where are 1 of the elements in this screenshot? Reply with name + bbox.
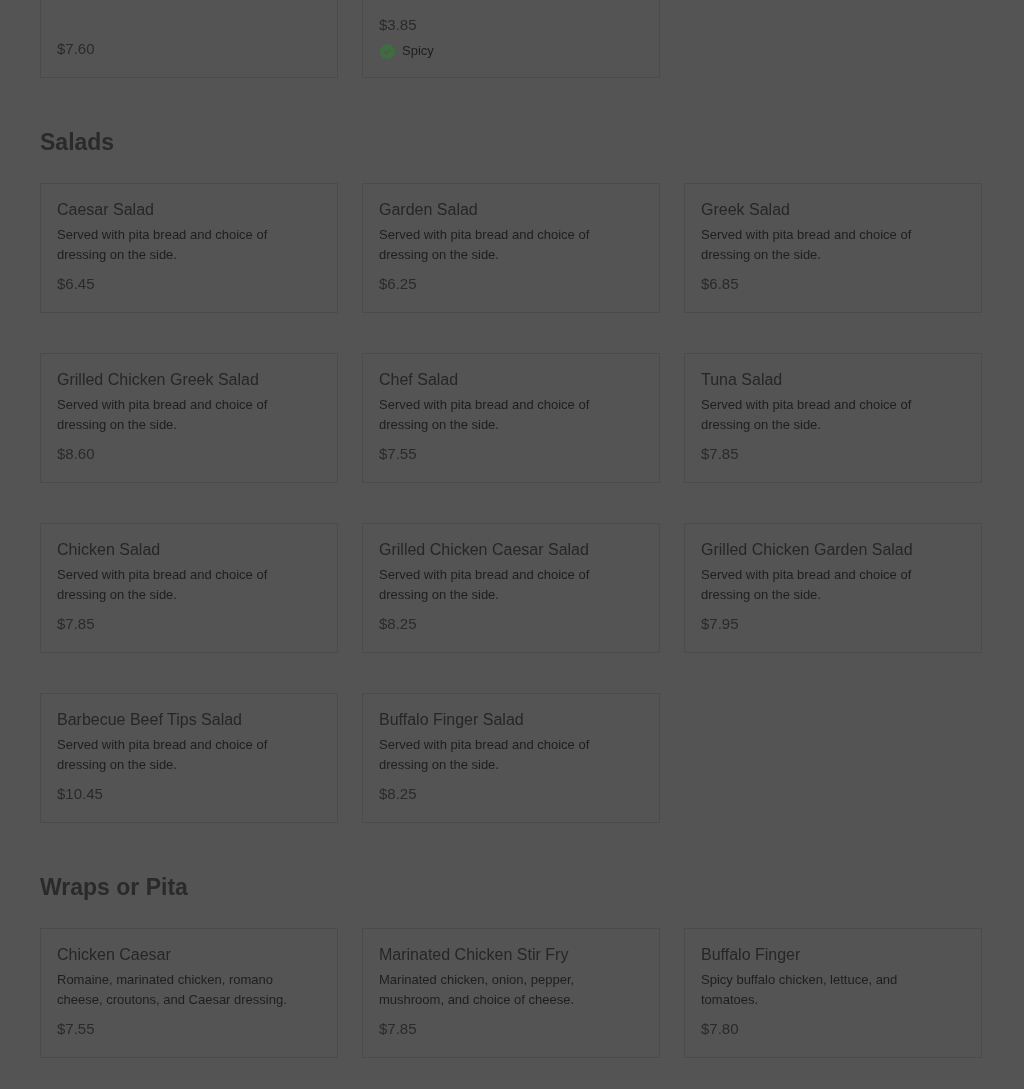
check-badge-icon	[379, 42, 396, 60]
